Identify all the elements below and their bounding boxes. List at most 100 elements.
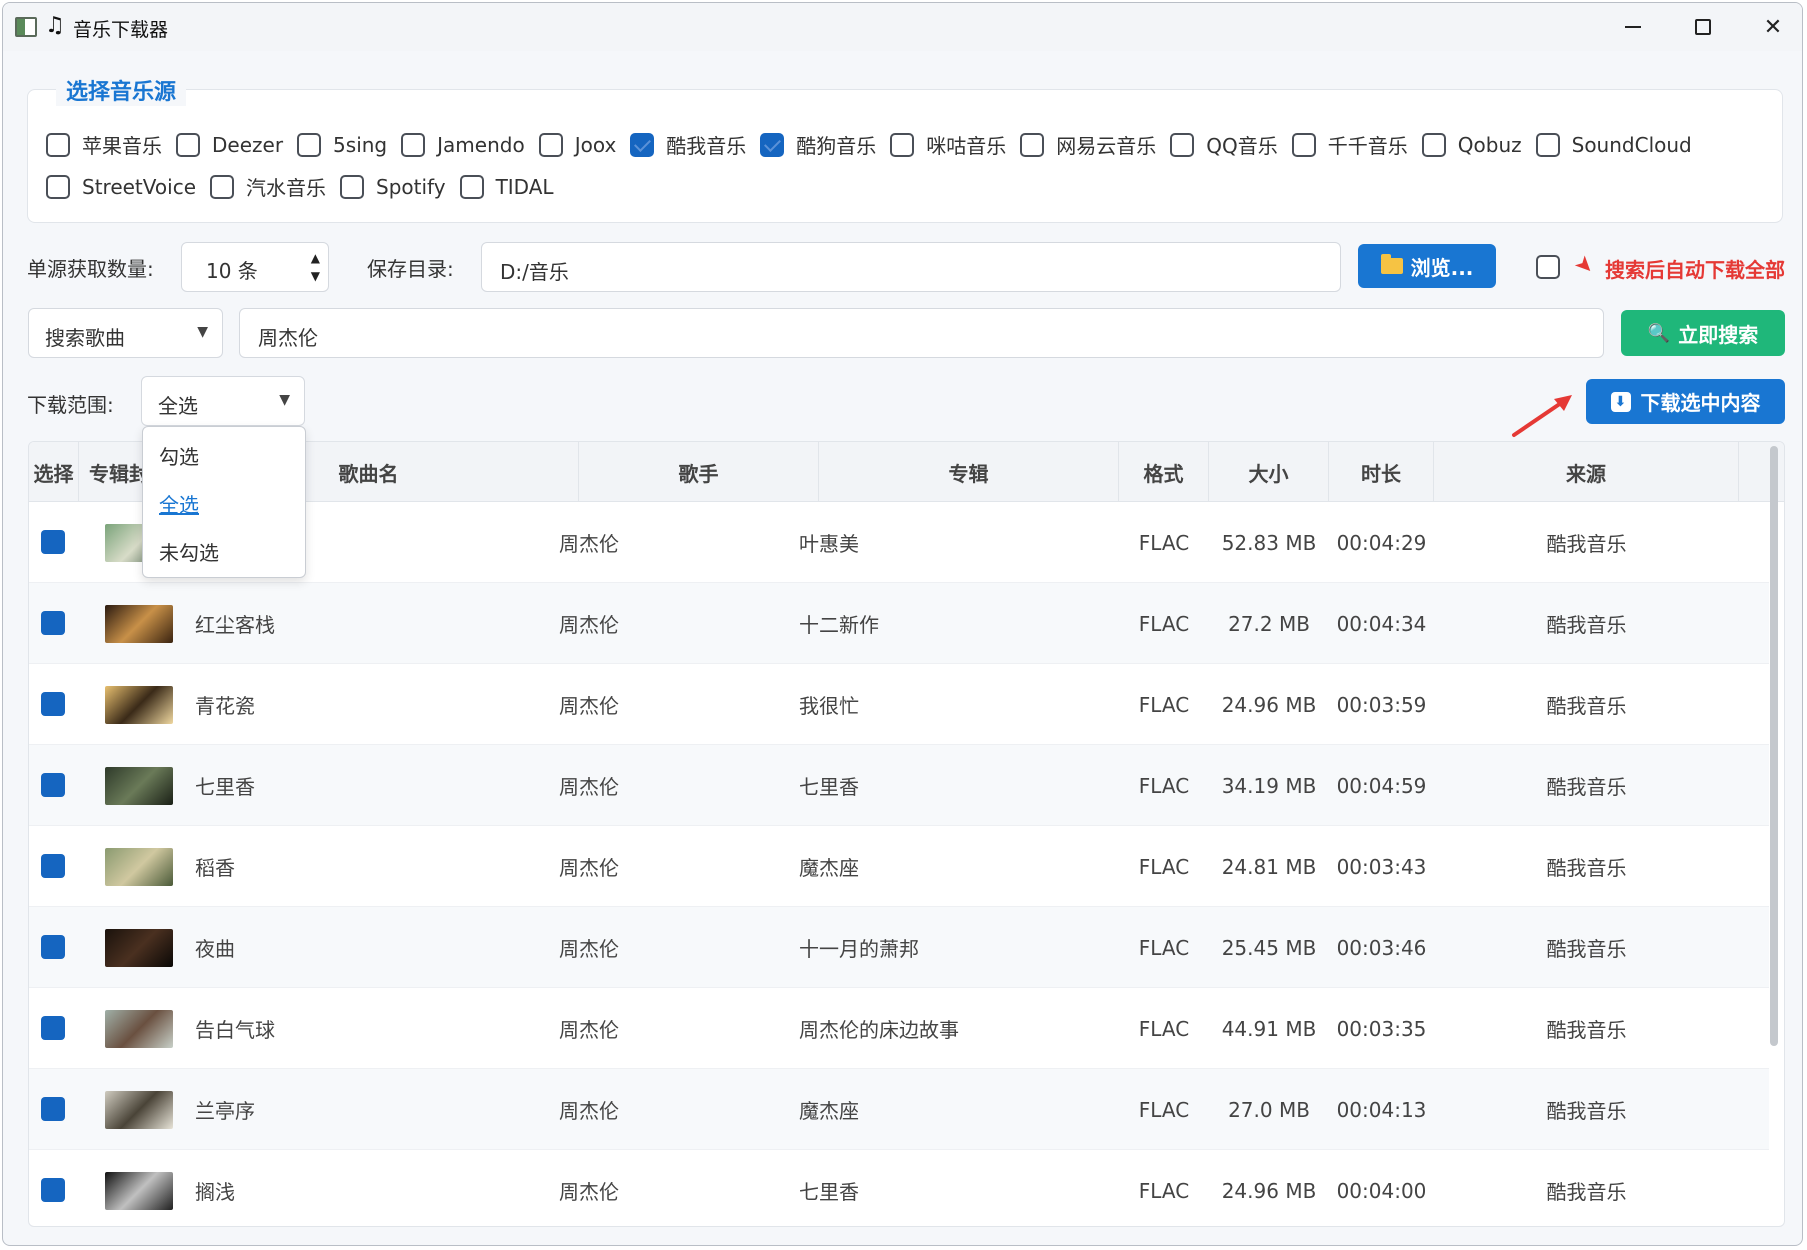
source-label: QQ音乐 bbox=[1206, 134, 1278, 158]
row-checkbox[interactable] bbox=[41, 1016, 65, 1040]
source-option[interactable]: QQ音乐 bbox=[1170, 130, 1278, 159]
table-row[interactable]: 稻香 周杰伦 魔杰座 FLAC 24.81 MB 00:03:43 酷我音乐 bbox=[29, 826, 1769, 907]
source-label: 千千音乐 bbox=[1327, 134, 1408, 158]
auto-download-checkbox[interactable] bbox=[1536, 255, 1560, 279]
table-row[interactable]: 兰亭序 周杰伦 魔杰座 FLAC 27.0 MB 00:04:13 酷我音乐 bbox=[29, 1069, 1769, 1150]
source-option[interactable]: 5sing bbox=[297, 132, 387, 157]
source-option[interactable]: 汽水音乐 bbox=[210, 172, 326, 201]
row-checkbox[interactable] bbox=[41, 1178, 65, 1202]
row-checkbox[interactable] bbox=[41, 611, 65, 635]
source-checkbox[interactable] bbox=[1421, 132, 1446, 157]
minimize-button[interactable] bbox=[1603, 9, 1663, 45]
table-row[interactable]: 红尘客栈 周杰伦 十二新作 FLAC 27.2 MB 00:04:34 酷我音乐 bbox=[29, 583, 1769, 664]
source-label: TIDAL bbox=[495, 174, 554, 199]
source-option[interactable]: 网易云音乐 bbox=[1020, 130, 1156, 159]
source-option[interactable]: 千千音乐 bbox=[1291, 130, 1408, 159]
cell-size: 44.91 MB bbox=[1221, 1016, 1317, 1041]
source-checkbox[interactable] bbox=[340, 174, 364, 199]
source-checkbox[interactable] bbox=[176, 132, 200, 157]
download-selected-button[interactable]: ⬇ 下载选中内容 bbox=[1586, 379, 1785, 424]
source-checkbox[interactable] bbox=[46, 174, 70, 199]
table-row[interactable]: 七里香 周杰伦 七里香 FLAC 34.19 MB 00:04:59 酷我音乐 bbox=[29, 745, 1769, 826]
album-cover-thumbnail bbox=[105, 929, 173, 967]
source-option[interactable]: 酷狗音乐 bbox=[760, 130, 876, 159]
album-cover-thumbnail bbox=[105, 686, 173, 724]
source-option[interactable]: Deezer bbox=[176, 132, 283, 157]
app-window: ♫ 音乐下载器 ✕ 选择音乐源 苹果音乐 Deezer 5sing Jamendo Jo… bbox=[2, 2, 1803, 1246]
save-dir-input[interactable]: D:/音乐 bbox=[481, 242, 1341, 292]
source-option[interactable]: Jamendo bbox=[401, 132, 525, 157]
source-checkbox[interactable] bbox=[538, 132, 563, 157]
header-size[interactable]: 大小 bbox=[1209, 442, 1329, 502]
spin-up-icon[interactable]: ▲ bbox=[311, 251, 320, 265]
search-input[interactable]: 周杰伦 bbox=[239, 308, 1604, 358]
cell-source: 酷我音乐 bbox=[1546, 1099, 1627, 1123]
search-type-select[interactable]: 搜索歌曲 ▼ bbox=[28, 308, 223, 358]
source-option[interactable]: Joox bbox=[538, 132, 616, 157]
row-checkbox[interactable] bbox=[41, 1097, 65, 1121]
source-option[interactable]: SoundCloud bbox=[1535, 132, 1692, 157]
cell-source: 酷我音乐 bbox=[1546, 613, 1627, 637]
source-checkbox[interactable] bbox=[210, 174, 234, 199]
header-artist[interactable]: 歌手 bbox=[579, 442, 819, 502]
source-checkbox[interactable] bbox=[459, 174, 484, 199]
cell-source: 酷我音乐 bbox=[1546, 856, 1627, 880]
cell-format: FLAC bbox=[1138, 854, 1190, 879]
cell-song: 七里香 bbox=[195, 775, 255, 799]
header-album[interactable]: 专辑 bbox=[819, 442, 1119, 502]
row-checkbox[interactable] bbox=[41, 692, 65, 716]
source-option[interactable]: Spotify bbox=[340, 174, 446, 199]
count-spinbox[interactable]: 10 条 ▲ ▼ bbox=[181, 242, 329, 292]
header-duration[interactable]: 时长 bbox=[1329, 442, 1434, 502]
search-button-label: 立即搜索 bbox=[1678, 322, 1759, 347]
cell-format: FLAC bbox=[1138, 1016, 1190, 1041]
header-source[interactable]: 来源 bbox=[1434, 442, 1739, 502]
source-checkbox[interactable] bbox=[1020, 132, 1045, 157]
source-checkbox[interactable] bbox=[297, 132, 322, 157]
table-row[interactable]: 夜曲 周杰伦 十一月的萧邦 FLAC 25.45 MB 00:03:46 酷我音乐 bbox=[29, 907, 1769, 988]
maximize-button[interactable] bbox=[1673, 9, 1733, 45]
cell-album: 叶惠美 bbox=[799, 532, 859, 556]
header-format[interactable]: 格式 bbox=[1119, 442, 1209, 502]
source-option[interactable]: TIDAL bbox=[459, 174, 554, 199]
source-checkbox[interactable] bbox=[46, 132, 70, 157]
source-checkbox[interactable] bbox=[1291, 132, 1316, 157]
close-icon: ✕ bbox=[1763, 14, 1783, 40]
table-scrollbar[interactable] bbox=[1770, 446, 1778, 1046]
cell-artist: 周杰伦 bbox=[559, 1099, 619, 1123]
search-button[interactable]: 🔍 立即搜索 bbox=[1621, 310, 1785, 356]
cell-duration: 00:03:35 bbox=[1336, 1016, 1427, 1041]
range-select[interactable]: 全选 ▼ bbox=[141, 376, 305, 426]
source-option[interactable]: 咪咕音乐 bbox=[890, 130, 1006, 159]
spin-down-icon[interactable]: ▼ bbox=[311, 269, 320, 283]
source-label: Spotify bbox=[376, 174, 446, 199]
table-row[interactable]: 搁浅 周杰伦 七里香 FLAC 24.96 MB 00:04:00 酷我音乐 bbox=[29, 1150, 1769, 1226]
source-option[interactable]: StreetVoice bbox=[46, 174, 196, 199]
browse-button[interactable]: 浏览... bbox=[1358, 244, 1496, 288]
table-row[interactable]: 告白气球 周杰伦 周杰伦的床边故事 FLAC 44.91 MB 00:03:35 酷我音乐 bbox=[29, 988, 1769, 1069]
row-checkbox[interactable] bbox=[41, 773, 65, 797]
row-checkbox[interactable] bbox=[41, 854, 65, 878]
album-cover-thumbnail bbox=[105, 605, 173, 643]
folder-icon bbox=[1380, 254, 1403, 274]
cell-album: 七里香 bbox=[799, 775, 859, 799]
close-button[interactable]: ✕ bbox=[1743, 9, 1802, 45]
range-option[interactable]: 勾选 bbox=[159, 441, 199, 470]
source-checkbox[interactable] bbox=[1170, 132, 1195, 157]
source-checkbox[interactable] bbox=[630, 132, 655, 157]
source-checkbox[interactable] bbox=[1535, 132, 1560, 157]
range-option[interactable]: 全选 bbox=[159, 489, 199, 518]
source-checkbox[interactable] bbox=[890, 132, 915, 157]
source-checkbox[interactable] bbox=[401, 132, 426, 157]
cell-source: 酷我音乐 bbox=[1546, 775, 1627, 799]
header-select[interactable]: 选择 bbox=[29, 442, 79, 502]
minimize-icon bbox=[1625, 26, 1641, 28]
source-option[interactable]: 酷我音乐 bbox=[630, 130, 746, 159]
source-option[interactable]: Qobuz bbox=[1421, 132, 1522, 157]
source-checkbox[interactable] bbox=[760, 132, 785, 157]
row-checkbox[interactable] bbox=[41, 530, 65, 554]
row-checkbox[interactable] bbox=[41, 935, 65, 959]
table-row[interactable]: 青花瓷 周杰伦 我很忙 FLAC 24.96 MB 00:03:59 酷我音乐 bbox=[29, 664, 1769, 745]
range-option[interactable]: 未勾选 bbox=[159, 537, 219, 566]
source-option[interactable]: 苹果音乐 bbox=[46, 130, 162, 159]
